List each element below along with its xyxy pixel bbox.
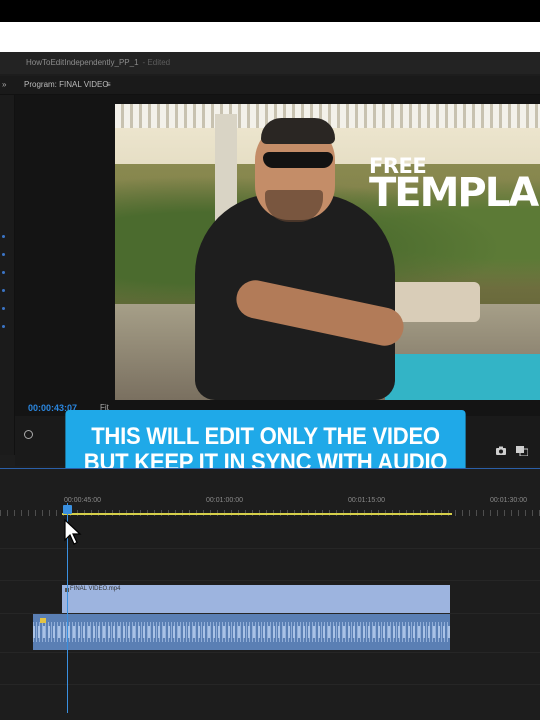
panel-indicator-icon — [2, 235, 5, 238]
mouse-cursor-icon — [64, 518, 82, 545]
caption-line-1: THIS WILL EDIT ONLY THE VIDEO — [91, 423, 440, 450]
top-black-bar — [0, 0, 540, 22]
ruler-tick-label: 00:01:30:00 — [490, 497, 527, 504]
edited-label: - Edited — [142, 58, 171, 67]
program-monitor-title[interactable]: Program: FINAL VIDEO — [24, 76, 109, 94]
video-overlay-text: FREE TEMPLA — [369, 156, 539, 216]
track-divider — [0, 684, 540, 685]
left-panel-strip — [0, 95, 15, 455]
marker-icon[interactable] — [24, 430, 33, 439]
collapse-panels-icon[interactable]: » — [2, 76, 6, 94]
timeline-divider — [0, 468, 540, 469]
fx-badge-icon — [40, 618, 46, 623]
panel-menu-icon[interactable]: ≡ — [106, 76, 111, 94]
video-clip-name: FINAL VIDEO.mp4 — [70, 586, 121, 592]
video-frame[interactable]: FREE TEMPLA — [115, 104, 540, 400]
ruler-tick-label: 00:01:00:00 — [206, 497, 243, 504]
track-divider — [0, 548, 540, 549]
track-divider — [0, 580, 540, 581]
project-title-bar: HowToEditIndependently_PP_1- Edited — [0, 52, 540, 74]
ruler-tick-label: 00:00:45:00 — [64, 497, 101, 504]
playhead-handle[interactable] — [63, 505, 72, 514]
program-monitor-header: » Program: FINAL VIDEO ≡ — [0, 76, 540, 95]
video-pool — [385, 354, 540, 400]
panel-indicator-icon — [2, 325, 5, 328]
panel-indicator-icon — [2, 289, 5, 292]
top-white-bar — [0, 22, 540, 52]
video-clip[interactable]: FINAL VIDEO.mp4 — [62, 585, 450, 613]
work-area-bar[interactable] — [62, 513, 452, 515]
audio-clip[interactable] — [33, 614, 450, 650]
ruler-tick-label: 00:01:15:00 — [348, 497, 385, 504]
program-monitor: FREE TEMPLA — [15, 95, 540, 450]
video-person-hair — [261, 118, 335, 144]
track-divider — [0, 652, 540, 653]
panel-indicator-icon — [2, 253, 5, 256]
project-title: HowToEditIndependently_PP_1 — [26, 58, 139, 67]
video-person-sunglasses — [263, 152, 333, 168]
audio-waveform — [33, 626, 450, 638]
panel-indicator-icon — [2, 307, 5, 310]
overlay-template-text: TEMPLA — [369, 170, 539, 216]
camera-icon[interactable] — [496, 446, 506, 455]
panel-indicator-icon — [2, 271, 5, 274]
export-frame-icon[interactable] — [516, 446, 528, 456]
